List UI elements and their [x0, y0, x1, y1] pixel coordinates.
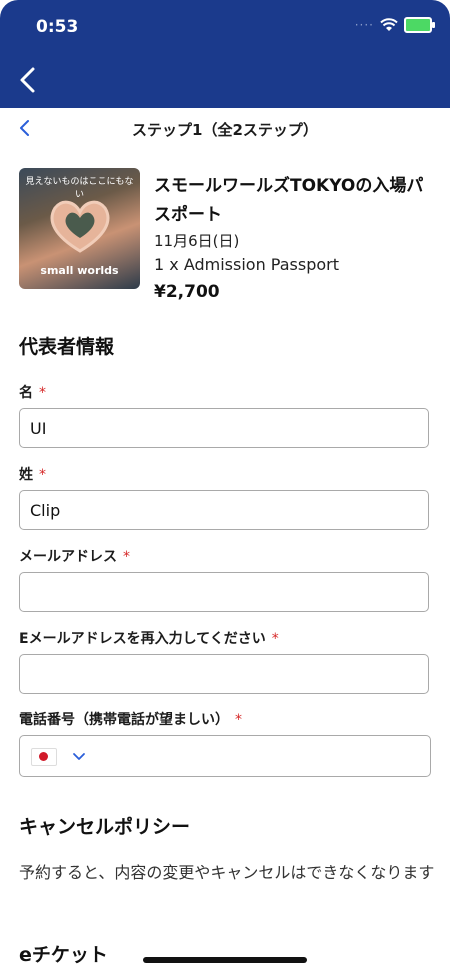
last-name-input[interactable] [19, 490, 429, 530]
status-time: 0:53 [36, 17, 79, 37]
rep-info-heading: 代表者情報 [19, 336, 115, 358]
product-summary: 見えないものはここにもない small worlds スモールワールズTOKYO… [19, 168, 431, 308]
email-input[interactable] [19, 572, 429, 612]
required-mark: * [271, 631, 279, 647]
first-name-input[interactable] [19, 408, 429, 448]
product-quantity: 1 x Admission Passport [154, 255, 340, 274]
status-icons: ···· [354, 17, 435, 33]
required-mark: * [39, 467, 46, 483]
product-price: ¥2,700 [154, 282, 220, 302]
signal-icon: ···· [354, 18, 374, 32]
cancel-policy-heading: キャンセルポリシー [19, 816, 191, 838]
step-title: ステップ1（全2ステップ） [132, 121, 318, 139]
chevron-down-icon[interactable] [70, 747, 88, 765]
nav-bar [0, 55, 450, 108]
first-name-label: 名 * [19, 385, 46, 401]
required-mark: * [235, 712, 242, 728]
last-name-label: 姓 * [19, 467, 46, 483]
step-bar: ステップ1（全2ステップ） [0, 108, 450, 148]
product-date: 11月6日(日) [154, 232, 240, 250]
product-title: スモールワールズTOKYOの入場パスポート [154, 176, 424, 225]
wifi-icon [380, 18, 398, 31]
status-bar: 0:53 ···· [0, 0, 450, 55]
heart-hands-image [50, 200, 110, 253]
email-confirm-label: Eメールアドレスを再入力してください * [19, 631, 279, 647]
battery-icon [404, 17, 435, 33]
phone-label: 電話番号（携帯電話が望ましい） * [19, 712, 242, 728]
required-mark: * [39, 385, 46, 401]
email-confirm-input[interactable] [19, 654, 429, 694]
back-icon[interactable] [14, 65, 44, 95]
home-indicator [143, 957, 307, 963]
cancel-policy-text: 予約すると、内容の変更やキャンセルはできなくなります [19, 863, 435, 882]
phone-input[interactable] [19, 735, 431, 777]
japan-flag-icon[interactable] [31, 748, 57, 766]
email-label: メールアドレス * [19, 549, 130, 565]
eticket-heading: eチケット [19, 944, 108, 966]
thumbnail-logo: small worlds [40, 264, 119, 277]
product-thumbnail: 見えないものはここにもない small worlds [19, 168, 140, 289]
required-mark: * [123, 549, 130, 565]
